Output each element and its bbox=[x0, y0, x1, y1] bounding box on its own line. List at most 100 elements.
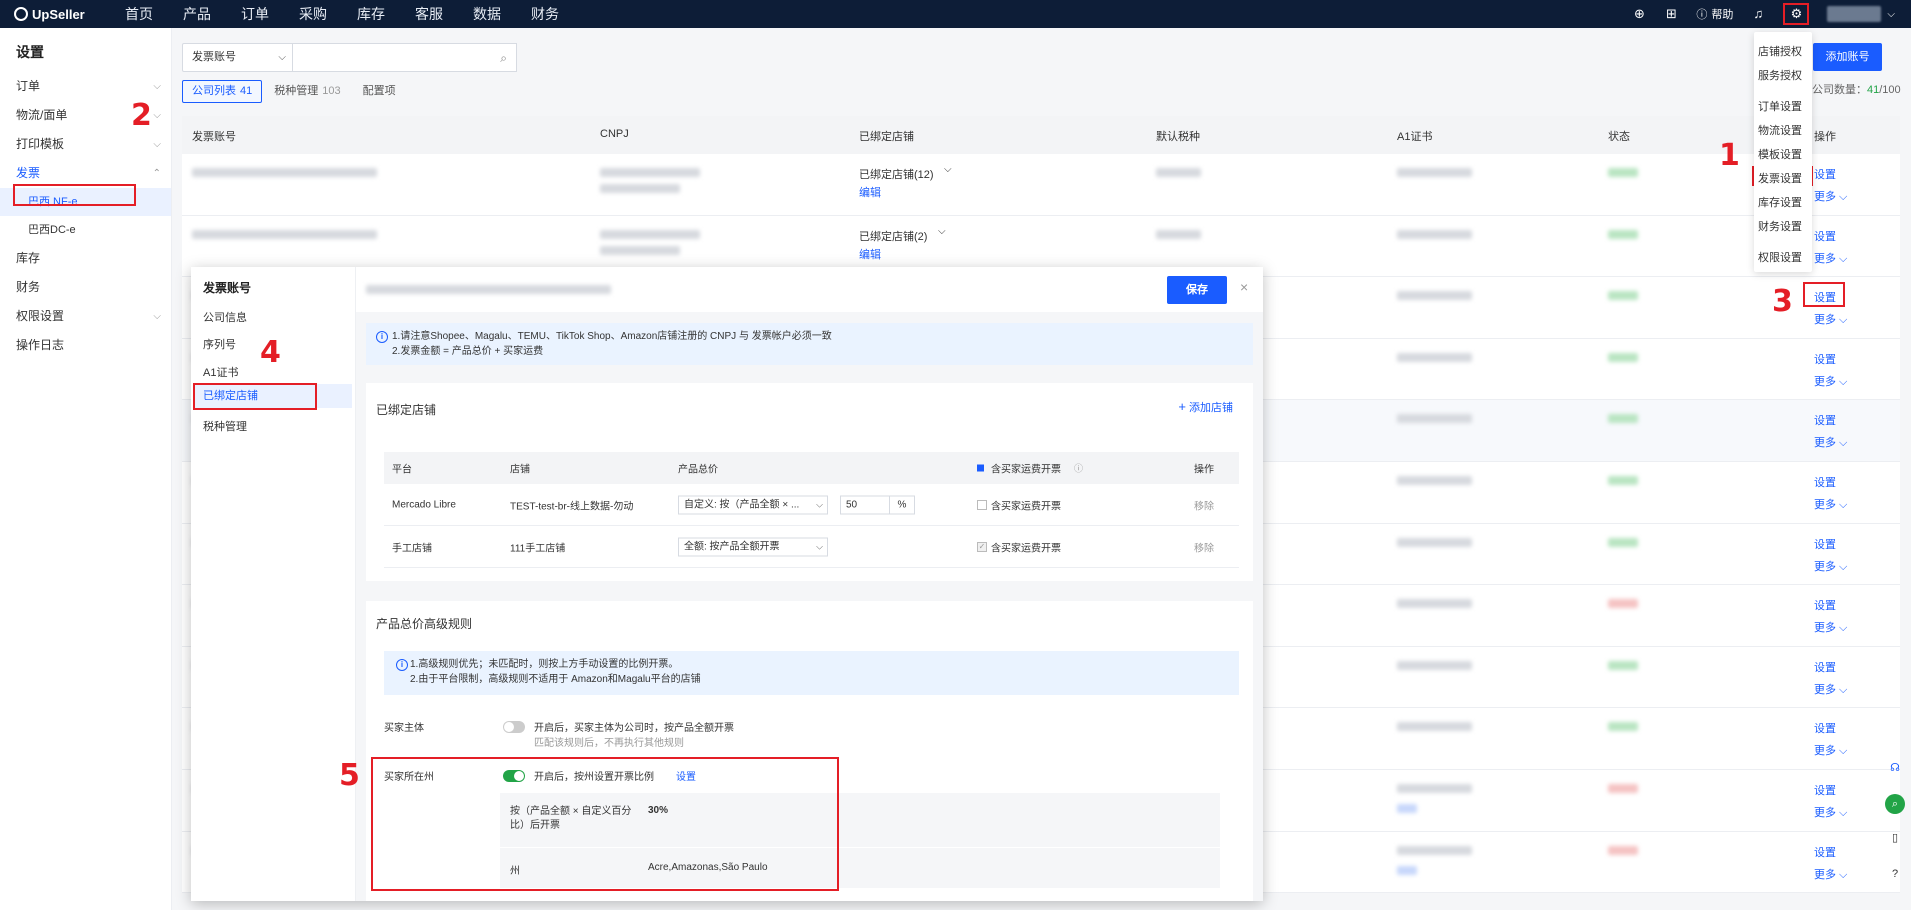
globe-icon[interactable]: ⊕ bbox=[1632, 7, 1646, 21]
mobile-icon[interactable]: ▯ bbox=[1885, 828, 1905, 848]
buyer-entity-toggle[interactable] bbox=[503, 721, 525, 733]
search-icon[interactable]: ⌕ bbox=[500, 51, 507, 66]
chevron-down-icon[interactable]: ⌵ bbox=[1887, 9, 1895, 20]
set-link[interactable]: 设置 bbox=[1814, 782, 1836, 798]
remove-button[interactable]: 移除 bbox=[1194, 539, 1214, 554]
blurred-cert bbox=[1397, 291, 1472, 301]
help-link[interactable]: ⓘ 帮助 bbox=[1696, 6, 1733, 22]
edit-link[interactable]: 编辑 bbox=[859, 184, 881, 200]
menu-item-service-auth[interactable]: 服务授权 bbox=[1758, 67, 1802, 83]
sidebar-subitem-brazil-dce[interactable]: 巴西DC-e bbox=[0, 216, 171, 244]
gear-icon: ⚙ bbox=[1790, 6, 1803, 21]
more-link[interactable]: 更多 ⌵ bbox=[1814, 619, 1847, 635]
bound-stores-count[interactable]: 已绑定店铺(2) bbox=[859, 228, 927, 244]
advanced-rules-title: 产品总价高级规则 bbox=[376, 617, 473, 631]
menu-item-permission-settings[interactable]: 权限设置 bbox=[1758, 249, 1802, 265]
percent-input[interactable]: 50 bbox=[840, 495, 890, 514]
set-link[interactable]: 设置 bbox=[1814, 536, 1836, 552]
set-link[interactable]: 设置 bbox=[1814, 597, 1836, 613]
freight-checkbox[interactable]: ✓ bbox=[977, 541, 987, 552]
menu-item-invoice-settings[interactable]: 发票设置 bbox=[1758, 170, 1802, 186]
price-rule-select[interactable]: 自定义: 按（产品全额 × ... ⌵ bbox=[678, 495, 828, 514]
menu-item-template-settings[interactable]: 模板设置 bbox=[1758, 146, 1802, 162]
more-link[interactable]: 更多 ⌵ bbox=[1814, 434, 1847, 450]
help-icon[interactable]: ? bbox=[1885, 864, 1905, 884]
menu-item-order-settings[interactable]: 订单设置 bbox=[1758, 98, 1802, 114]
more-link[interactable]: 更多 ⌵ bbox=[1814, 681, 1847, 697]
nav-item-orders[interactable]: 订单 bbox=[226, 0, 284, 28]
set-link[interactable]: 设置 bbox=[1814, 474, 1836, 490]
tab-config[interactable]: 配置项 bbox=[353, 80, 406, 103]
nav-item-purchase[interactable]: 采购 bbox=[284, 0, 342, 28]
more-link[interactable]: 更多 ⌵ bbox=[1814, 250, 1847, 266]
set-link[interactable]: 设置 bbox=[1814, 166, 1836, 182]
chevron-down-icon[interactable]: ⌵ bbox=[944, 164, 952, 175]
modal-nav-a1-cert[interactable]: A1证书 bbox=[203, 364, 238, 380]
modal-nav-serial[interactable]: 序列号 bbox=[203, 336, 236, 352]
search-icon[interactable]: ⌕ bbox=[1885, 794, 1905, 814]
nav-item-service[interactable]: 客服 bbox=[400, 0, 458, 28]
nav-item-finance[interactable]: 财务 bbox=[516, 0, 574, 28]
tab-tax-management[interactable]: 税种管理 103 bbox=[264, 80, 350, 103]
save-button[interactable]: 保存 bbox=[1167, 276, 1227, 304]
more-link[interactable]: 更多 ⌵ bbox=[1814, 496, 1847, 512]
sidebar-item-print-templates[interactable]: 打印模板 ⌵ bbox=[0, 130, 171, 159]
search-input[interactable]: ⌕ bbox=[293, 43, 517, 72]
status-badge bbox=[1608, 537, 1638, 547]
menu-item-inventory-settings[interactable]: 库存设置 bbox=[1758, 194, 1802, 210]
nav-item-home[interactable]: 首页 bbox=[110, 0, 168, 28]
more-link[interactable]: 更多 ⌵ bbox=[1814, 742, 1847, 758]
more-link[interactable]: 更多 ⌵ bbox=[1814, 311, 1847, 327]
nav-item-data[interactable]: 数据 bbox=[458, 0, 516, 28]
apps-grid-icon[interactable]: ⊞ bbox=[1664, 7, 1678, 21]
modal-nav-tax[interactable]: 税种管理 bbox=[203, 418, 247, 434]
blurred-account bbox=[192, 229, 377, 239]
headset-icon[interactable]: ☊ bbox=[1885, 758, 1905, 778]
freight-header-checkbox[interactable] bbox=[977, 464, 984, 472]
sidebar-item-orders[interactable]: 订单 ⌵ bbox=[0, 72, 171, 101]
add-store-button[interactable]: + 添加店铺 bbox=[1178, 399, 1233, 415]
freight-checkbox[interactable] bbox=[977, 499, 987, 510]
edit-link[interactable]: 编辑 bbox=[859, 246, 881, 262]
blurred-cert bbox=[1397, 352, 1472, 362]
set-link[interactable]: 设置 bbox=[1814, 844, 1836, 860]
annotation-box-5 bbox=[371, 757, 839, 891]
help-icon: ⓘ bbox=[1696, 9, 1708, 21]
price-rule-select[interactable]: 全额: 按产品全额开票 ⌵ bbox=[678, 537, 828, 556]
col-actions: 操作 bbox=[1814, 131, 1836, 143]
tab-company-list[interactable]: 公司列表 41 bbox=[182, 80, 263, 103]
menu-item-finance-settings[interactable]: 财务设置 bbox=[1758, 218, 1802, 234]
more-link[interactable]: 更多 ⌵ bbox=[1814, 558, 1847, 574]
set-link[interactable]: 设置 bbox=[1814, 351, 1836, 367]
more-link[interactable]: 更多 ⌵ bbox=[1814, 804, 1847, 820]
annotation-number-4: 4 bbox=[260, 335, 281, 370]
sidebar-item-inventory[interactable]: 库存 bbox=[0, 244, 171, 273]
sidebar-item-permissions[interactable]: 权限设置 ⌵ bbox=[0, 302, 171, 331]
sidebar-item-finance[interactable]: 财务 bbox=[0, 273, 171, 302]
set-link[interactable]: 设置 bbox=[1814, 659, 1836, 675]
nav-item-products[interactable]: 产品 bbox=[168, 0, 226, 28]
set-link[interactable]: 设置 bbox=[1814, 412, 1836, 428]
more-link[interactable]: 更多 ⌵ bbox=[1814, 373, 1847, 389]
menu-item-store-auth[interactable]: 店铺授权 bbox=[1758, 43, 1802, 59]
chevron-down-icon[interactable]: ⌵ bbox=[938, 226, 946, 237]
set-link[interactable]: 设置 bbox=[1814, 228, 1836, 244]
more-link[interactable]: 更多 ⌵ bbox=[1814, 188, 1847, 204]
user-account[interactable] bbox=[1827, 6, 1882, 22]
bound-stores-count[interactable]: 已绑定店铺(12) bbox=[859, 166, 934, 182]
logo[interactable]: UpSeller bbox=[0, 7, 110, 22]
close-icon[interactable]: × bbox=[1240, 279, 1248, 295]
modal-nav-company-info[interactable]: 公司信息 bbox=[203, 309, 247, 325]
help-icon[interactable]: ⓘ bbox=[1074, 462, 1083, 475]
more-link[interactable]: 更多 ⌵ bbox=[1814, 866, 1847, 882]
search-type-select[interactable]: 发票账号 ⌵ bbox=[182, 43, 293, 72]
sidebar-item-operation-log[interactable]: 操作日志 bbox=[0, 331, 171, 360]
nav-item-inventory[interactable]: 库存 bbox=[342, 0, 400, 28]
settings-gear-button[interactable]: ⚙ bbox=[1783, 3, 1810, 25]
blurred-cert bbox=[1397, 414, 1472, 424]
bell-icon[interactable]: ♫ bbox=[1751, 7, 1765, 21]
set-link[interactable]: 设置 bbox=[1814, 720, 1836, 736]
remove-button[interactable]: 移除 bbox=[1194, 497, 1214, 512]
add-account-button[interactable]: 添加账号 bbox=[1813, 43, 1882, 71]
menu-item-logistics-settings[interactable]: 物流设置 bbox=[1758, 122, 1802, 138]
